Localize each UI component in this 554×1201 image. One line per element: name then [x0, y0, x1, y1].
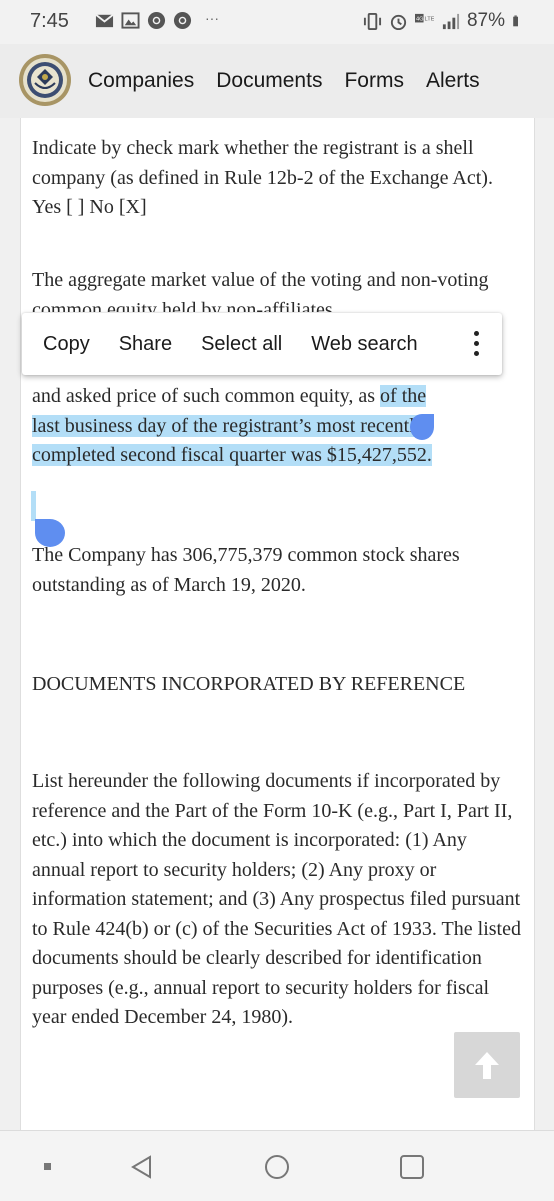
nav-link-companies[interactable]: Companies — [88, 69, 194, 93]
nav-link-forms[interactable]: Forms — [344, 69, 404, 93]
battery-icon — [513, 15, 518, 26]
system-navigation-bar — [0, 1130, 554, 1201]
selection-start-bar — [31, 491, 36, 521]
nav-link-documents[interactable]: Documents — [216, 69, 322, 93]
more-notifications: ··· — [205, 9, 219, 26]
signal-icon — [442, 13, 460, 29]
paragraph-text: and asked price of such common equity, a… — [32, 385, 381, 407]
page-content[interactable]: Indicate by check mark whether the regis… — [0, 118, 554, 1130]
alarm-icon — [390, 14, 407, 30]
home-icon[interactable] — [263, 1153, 291, 1181]
system-icons: 4G LTE 87% — [363, 10, 524, 32]
nav-link-alerts[interactable]: Alerts — [426, 69, 480, 93]
selected-text: of the — [380, 385, 427, 407]
web-search-button[interactable]: Web search — [290, 333, 417, 356]
more-options-icon[interactable] — [474, 331, 480, 357]
image-icon — [121, 12, 140, 29]
battery-percent: 87% — [466, 10, 505, 31]
nav-links: Companies Documents Forms Alerts — [88, 69, 502, 93]
svg-text:LTE: LTE — [424, 16, 434, 22]
documents-list-paragraph: List hereunder the following documents i… — [32, 770, 521, 1028]
shell-company-paragraph: Indicate by check mark whether the regis… — [32, 137, 493, 218]
copy-button[interactable]: Copy — [22, 333, 90, 356]
mail-icon — [95, 14, 114, 28]
sec-seal-logo[interactable] — [18, 53, 72, 107]
select-all-button[interactable]: Select all — [180, 333, 282, 356]
market-value-paragraph-top: The aggregate market value of the voting… — [32, 269, 489, 312]
document-body: Indicate by check mark whether the regis… — [20, 118, 535, 1130]
svg-text:4G: 4G — [416, 16, 424, 22]
notification-icons: ··· — [95, 9, 219, 30]
selected-text: last business day of the registrant’s mo… — [32, 414, 425, 437]
arrow-up-icon — [475, 1052, 499, 1079]
status-time: 7:45 — [30, 10, 69, 32]
overview-icon[interactable] — [398, 1153, 426, 1181]
documents-incorporated-heading: DOCUMENTS INCORPORATED BY REFERENCE — [32, 673, 466, 695]
selected-text: completed second fiscal quarter was $15,… — [32, 444, 432, 466]
market-value-paragraph-bottom: and asked price of such common equity, a… — [32, 382, 522, 471]
selection-end-handle[interactable] — [410, 414, 434, 440]
status-bar: 7:45 ··· 4G LTE 87% — [0, 0, 554, 44]
vibrate-icon — [363, 12, 382, 30]
chrome-icon — [147, 11, 166, 30]
text-selection-menu: Copy Share Select all Web search — [22, 313, 502, 375]
share-button[interactable]: Share — [98, 333, 172, 356]
back-icon[interactable] — [128, 1153, 156, 1181]
4g-lte-icon: 4G LTE — [414, 13, 434, 22]
scroll-to-top-button[interactable] — [454, 1032, 520, 1098]
chrome-icon — [173, 11, 192, 30]
top-navigation: Companies Documents Forms Alerts — [0, 44, 554, 119]
selection-start-handle[interactable] — [35, 519, 65, 547]
shares-outstanding-paragraph: The Company has 306,775,379 common stock… — [32, 544, 460, 596]
recent-apps-icon[interactable] — [42, 1161, 54, 1173]
